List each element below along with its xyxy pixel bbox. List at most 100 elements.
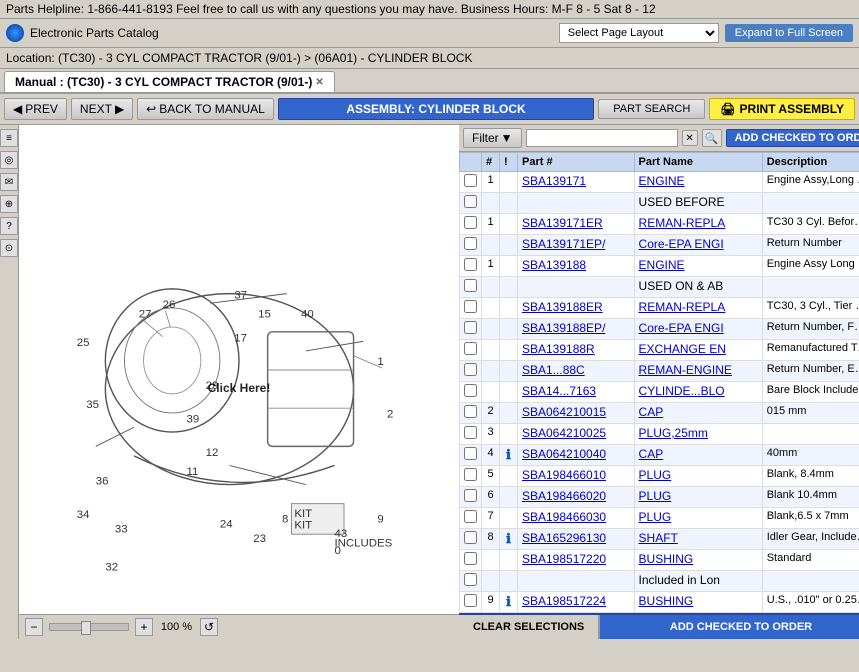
page-layout-select[interactable]: Select Page Layout bbox=[559, 23, 719, 43]
prev-button[interactable]: ◀ PREV bbox=[4, 98, 67, 120]
sidebar-icon-2[interactable]: ✉ bbox=[0, 173, 18, 191]
add-checked-bottom-button[interactable]: ADD CHECKED TO ORDER bbox=[600, 615, 859, 639]
part-name-link[interactable]: REMAN-ENGINE bbox=[639, 363, 732, 377]
row-checkbox[interactable] bbox=[464, 321, 477, 334]
part-name-link[interactable]: PLUG bbox=[639, 489, 672, 503]
part-name-link[interactable]: CAP bbox=[639, 447, 664, 461]
row-part-name: PLUG bbox=[634, 487, 762, 508]
row-checkbox[interactable] bbox=[464, 384, 477, 397]
row-part-name: REMAN-ENGINE bbox=[634, 361, 762, 382]
part-name-link[interactable]: PLUG,25mm bbox=[639, 426, 708, 440]
part-number-link[interactable]: SBA064210015 bbox=[522, 405, 606, 419]
part-name-link[interactable]: Core-EPA ENGI bbox=[639, 321, 724, 335]
part-name-link[interactable]: REMAN-REPLA bbox=[639, 216, 726, 230]
filter-input[interactable] bbox=[526, 129, 678, 147]
print-assembly-button[interactable]: 🖨 PRINT ASSEMBLY bbox=[709, 98, 855, 120]
part-number-link[interactable]: SBA139188ER bbox=[522, 300, 603, 314]
tab-close-icon[interactable]: ✕ bbox=[315, 77, 323, 88]
part-number-link[interactable]: SBA139188EP/ bbox=[522, 321, 605, 335]
part-number-link[interactable]: SBA139188R bbox=[522, 342, 595, 356]
row-checkbox[interactable] bbox=[464, 531, 477, 544]
zoom-refresh-icon: ↺ bbox=[204, 620, 214, 634]
parts-table-wrapper[interactable]: # ! Part # Part Name Description Qty 1SB… bbox=[459, 152, 859, 613]
main-row: ≡ ◎ ✉ ⊕ ? ⊙ bbox=[0, 125, 859, 639]
sidebar-icon-0[interactable]: ≡ bbox=[0, 129, 18, 147]
part-name-link[interactable]: PLUG bbox=[639, 468, 672, 482]
part-number-link[interactable]: SBA064210040 bbox=[522, 447, 606, 461]
part-name-link[interactable]: PLUG bbox=[639, 510, 672, 524]
part-number-link[interactable]: SBA139171 bbox=[522, 174, 586, 188]
col-num: # bbox=[482, 153, 500, 172]
row-checkbox[interactable] bbox=[464, 258, 477, 271]
sidebar-icon-1[interactable]: ◎ bbox=[0, 151, 18, 169]
svg-text:9: 9 bbox=[377, 513, 383, 525]
part-number-link[interactable]: SBA198517220 bbox=[522, 552, 606, 566]
part-number-link[interactable]: SBA1...88C bbox=[522, 363, 585, 377]
part-number-link[interactable]: SBA165296130 bbox=[522, 531, 606, 545]
part-search-button[interactable]: PART SEARCH bbox=[598, 99, 705, 119]
row-checkbox[interactable] bbox=[464, 237, 477, 250]
part-number-link[interactable]: SBA14...7163 bbox=[522, 384, 596, 398]
row-checkbox[interactable] bbox=[464, 594, 477, 607]
row-checkbox[interactable] bbox=[464, 195, 477, 208]
part-name-link[interactable]: CAP bbox=[639, 405, 664, 419]
part-name-link[interactable]: BUSHING bbox=[639, 552, 694, 566]
part-number-link[interactable]: SBA198466020 bbox=[522, 489, 606, 503]
part-name-link[interactable]: EXCHANGE EN bbox=[639, 342, 726, 356]
part-number-link[interactable]: SBA139188 bbox=[522, 258, 586, 272]
diagram-area[interactable]: KIT KIT 27 26 25 37 35 36 34 33 24 23 32… bbox=[19, 125, 459, 614]
part-name-link[interactable]: SHAFT bbox=[639, 531, 678, 545]
row-checkbox[interactable] bbox=[464, 426, 477, 439]
row-checkbox[interactable] bbox=[464, 405, 477, 418]
part-name-link[interactable]: ENGINE bbox=[639, 174, 685, 188]
table-row: USED ON & AB bbox=[460, 277, 859, 298]
assembly-title-button[interactable]: ASSEMBLY: CYLINDER BLOCK bbox=[278, 98, 594, 120]
row-checkbox[interactable] bbox=[464, 216, 477, 229]
filter-search-button[interactable]: 🔍 bbox=[702, 129, 722, 147]
part-number-link[interactable]: SBA064210025 bbox=[522, 426, 606, 440]
part-number-link[interactable]: SBA198517224 bbox=[522, 594, 606, 608]
row-description: Engine Assy,Long Block' bbox=[762, 172, 859, 193]
zoom-slider[interactable] bbox=[49, 623, 129, 631]
sidebar-icon-3[interactable]: ⊕ bbox=[0, 195, 18, 213]
part-name-link[interactable]: ENGINE bbox=[639, 258, 685, 272]
row-checkbox[interactable] bbox=[464, 552, 477, 565]
sidebar-icon-5[interactable]: ⊙ bbox=[0, 239, 18, 257]
zoom-refresh-button[interactable]: ↺ bbox=[200, 618, 218, 636]
back-to-manual-button[interactable]: ↩ BACK TO MANUAL bbox=[137, 98, 274, 120]
row-checkbox[interactable] bbox=[464, 300, 477, 313]
part-number-link[interactable]: SBA139171ER bbox=[522, 216, 603, 230]
part-name-link[interactable]: BUSHING bbox=[639, 594, 694, 608]
app-controls: Select Page Layout Expand to Full Screen bbox=[559, 23, 853, 43]
part-number-link[interactable]: SBA198466010 bbox=[522, 468, 606, 482]
row-checkbox[interactable] bbox=[464, 510, 477, 523]
info-icon[interactable]: ℹ bbox=[506, 594, 511, 609]
info-icon[interactable]: ℹ bbox=[506, 531, 511, 546]
part-name-link[interactable]: Core-EPA ENGI bbox=[639, 237, 724, 251]
row-checkbox[interactable] bbox=[464, 342, 477, 355]
zoom-out-button[interactable]: − bbox=[25, 618, 43, 636]
add-checked-to-order-button[interactable]: ADD CHECKED TO ORDER bbox=[726, 129, 859, 147]
zoom-in-button[interactable]: + bbox=[135, 618, 153, 636]
table-row: 1SBA139188ENGINEEngine Assy Long Block'1 bbox=[460, 256, 859, 277]
sidebar-icon-4[interactable]: ? bbox=[0, 217, 18, 235]
part-name-link[interactable]: CYLINDE...BLO bbox=[639, 384, 725, 398]
row-checkbox[interactable] bbox=[464, 363, 477, 376]
expand-button[interactable]: Expand to Full Screen bbox=[725, 24, 853, 42]
part-number-link[interactable]: SBA198466030 bbox=[522, 510, 606, 524]
next-button[interactable]: NEXT ▶ bbox=[71, 98, 133, 120]
part-number-link[interactable]: SBA139171EP/ bbox=[522, 237, 605, 251]
row-checkbox[interactable] bbox=[464, 468, 477, 481]
row-checkbox[interactable] bbox=[464, 279, 477, 292]
table-row: SBA139171EP/Core-EPA ENGIReturn Number1 bbox=[460, 235, 859, 256]
row-checkbox[interactable] bbox=[464, 447, 477, 460]
filter-button[interactable]: Filter ▼ bbox=[463, 128, 522, 148]
row-checkbox[interactable] bbox=[464, 489, 477, 502]
filter-clear-button[interactable]: ✕ bbox=[682, 130, 698, 146]
tab-manual[interactable]: Manual : (TC30) - 3 CYL COMPACT TRACTOR … bbox=[4, 71, 335, 92]
row-checkbox[interactable] bbox=[464, 573, 477, 586]
row-checkbox[interactable] bbox=[464, 174, 477, 187]
part-name-link[interactable]: REMAN-REPLA bbox=[639, 300, 726, 314]
clear-selections-button[interactable]: CLEAR SELECTIONS bbox=[459, 615, 600, 639]
info-icon[interactable]: ℹ bbox=[506, 447, 511, 462]
